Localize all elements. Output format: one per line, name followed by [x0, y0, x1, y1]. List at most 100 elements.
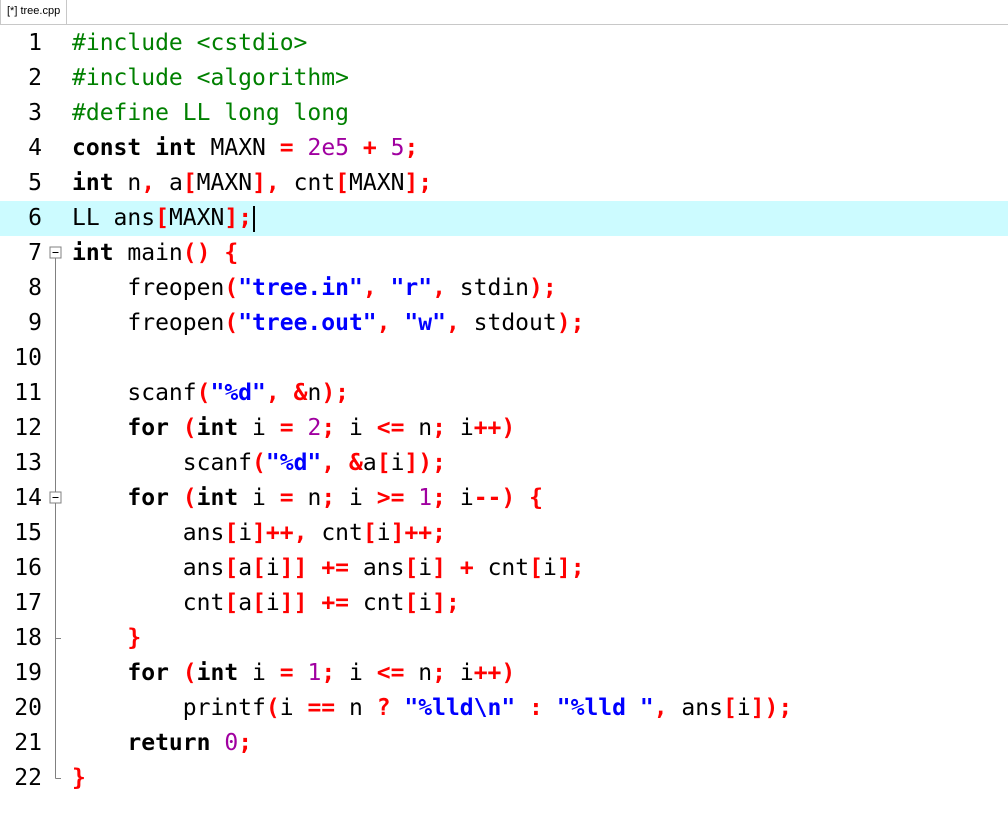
code-token: ,	[321, 450, 336, 476]
code-token: )	[764, 695, 779, 721]
code-token: {	[224, 240, 239, 266]
code-line[interactable]: 9 freopen("tree.out", "w", stdout);	[0, 306, 1008, 341]
code-token: i	[446, 485, 474, 511]
code-token: "w"	[404, 310, 446, 336]
line-number: 14	[14, 485, 42, 511]
code-editor[interactable]: 1 #include <cstdio> 2 #include <algorithm> 3…	[0, 26, 1008, 833]
code-line[interactable]: 7 int main() {	[0, 236, 1008, 271]
code-token: ]	[556, 555, 571, 581]
code-token: ans	[72, 555, 225, 581]
code-token: ]	[390, 520, 405, 546]
code-token: 1	[418, 485, 433, 511]
line-number: 18	[14, 625, 42, 651]
code-token: "r"	[390, 275, 433, 301]
code-token: MAXN	[196, 170, 253, 196]
code-token: MAXN	[196, 135, 280, 161]
code-token: i	[542, 555, 557, 581]
code-token: }	[72, 765, 86, 791]
code-line[interactable]: 11 scanf("%d", &n);	[0, 376, 1008, 411]
code-line[interactable]: 21 return 0;	[0, 726, 1008, 761]
code-token: MAXN	[349, 170, 405, 196]
code-line[interactable]: 15 ans[i]++, cnt[i]++;	[0, 516, 1008, 551]
code-token: ;	[570, 555, 585, 581]
code-token: int	[72, 170, 114, 196]
fold-toggle-icon[interactable]	[48, 481, 64, 516]
code-token: "%lld "	[556, 695, 654, 721]
code-token: "tree.out"	[238, 310, 377, 336]
code-line[interactable]: 8 freopen("tree.in", "r", stdin);	[0, 271, 1008, 306]
code-token: ;	[778, 695, 793, 721]
fold-guide	[48, 26, 64, 61]
fold-guide	[48, 691, 64, 726]
code-line[interactable]: 19 for (int i = 1; i <= n; i++)	[0, 656, 1008, 691]
code-line[interactable]: 6 LL ans[MAXN];	[0, 201, 1008, 236]
code-text: freopen("tree.out", "w", stdout);	[72, 306, 584, 341]
code-token: ++	[473, 660, 502, 686]
code-text: #define LL long long	[72, 96, 349, 131]
code-token: (	[252, 450, 266, 476]
code-token: "%lld\n"	[404, 695, 516, 721]
code-token: ;	[404, 135, 419, 161]
code-token: scanf	[72, 380, 197, 406]
tab-tree-cpp[interactable]: [*] tree.cpp	[0, 0, 68, 24]
code-token: [	[182, 170, 197, 196]
code-token: ans	[667, 695, 723, 721]
line-number: 2	[28, 65, 42, 91]
code-token: ]	[404, 450, 419, 476]
code-token: i	[265, 590, 280, 616]
code-line[interactable]: 5 int n, a[MAXN], cnt[MAXN];	[0, 166, 1008, 201]
code-token: [	[335, 170, 350, 196]
code-token: ;	[335, 380, 350, 406]
code-text: }	[72, 621, 141, 656]
fold-guide	[48, 306, 64, 341]
code-token: cnt	[473, 555, 530, 581]
code-line[interactable]: 16 ans[a[i]] += ans[i] + cnt[i];	[0, 551, 1008, 586]
line-number: 7	[28, 240, 42, 266]
code-token: for	[127, 415, 169, 441]
code-line[interactable]: 14 for (int i = n; i >= 1; i--) {	[0, 481, 1008, 516]
code-token: scanf	[72, 450, 253, 476]
code-line[interactable]: 18 }	[0, 621, 1008, 656]
fold-guide	[48, 621, 64, 656]
code-line[interactable]: 22}	[0, 761, 1008, 796]
fold-guide	[48, 726, 64, 761]
code-token: [	[224, 555, 239, 581]
line-number: 1	[28, 30, 42, 56]
code-token: [	[155, 205, 169, 231]
code-line[interactable]: 20 printf(i == n ? "%lld\n" : "%lld ", a…	[0, 691, 1008, 726]
code-line[interactable]: 2 #include <algorithm>	[0, 61, 1008, 96]
code-token: ;	[321, 485, 336, 511]
line-number: 9	[28, 310, 42, 336]
code-token: )	[321, 380, 336, 406]
code-line[interactable]: 13 scanf("%d", &a[i]);	[0, 446, 1008, 481]
code-line[interactable]: 17 cnt[a[i]] += cnt[i];	[0, 586, 1008, 621]
code-line[interactable]: 12 for (int i = 2; i <= n; i++)	[0, 411, 1008, 446]
code-line[interactable]: 10	[0, 341, 1008, 376]
code-token: 1	[307, 660, 322, 686]
code-token: ans	[349, 555, 405, 581]
line-number: 10	[14, 345, 42, 371]
code-token: int	[196, 485, 239, 511]
code-token: [	[252, 590, 266, 616]
code-token: ;	[432, 450, 446, 476]
code-text: int n, a[MAXN], cnt[MAXN];	[72, 166, 432, 201]
code-line[interactable]: 4 const int MAXN = 2e5 + 5;	[0, 131, 1008, 166]
code-token: int	[196, 415, 239, 441]
code-token: (	[182, 660, 197, 686]
code-text: printf(i == n ? "%lld\n" : "%lld ", ans[…	[72, 691, 792, 726]
code-token: i	[238, 520, 253, 546]
code-token: +=	[321, 555, 350, 581]
fold-toggle-icon[interactable]	[48, 236, 64, 271]
code-text: for (int i = 2; i <= n; i++)	[72, 411, 515, 446]
code-token: ;	[321, 660, 336, 686]
code-token: #define LL long long	[72, 100, 349, 126]
code-line[interactable]: 3 #define LL long long	[0, 96, 1008, 131]
code-line[interactable]: 1 #include <cstdio>	[0, 26, 1008, 61]
line-number: 4	[28, 135, 42, 161]
code-token: )	[501, 485, 516, 511]
code-token: i	[279, 695, 308, 721]
